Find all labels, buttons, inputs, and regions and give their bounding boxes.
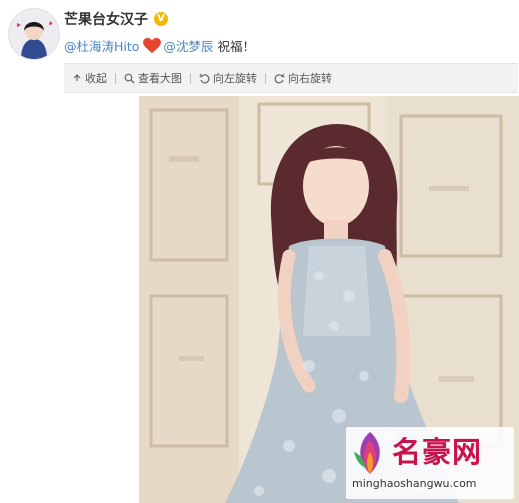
view-large-button[interactable]: 查看大图 (116, 70, 190, 86)
verified-badge-icon: V (154, 12, 168, 26)
magnifier-icon (124, 73, 135, 83)
author-line: 芒果台女汉子 V (64, 9, 168, 29)
rotate-right-icon (274, 73, 285, 83)
mention-link-2[interactable]: @沈梦辰 (163, 36, 213, 55)
image-toolbar: 收起 查看大图 向左旋转 向右旋转 (64, 63, 518, 93)
rotate-left-icon (199, 73, 210, 83)
view-large-label: 查看大图 (138, 72, 182, 85)
watermark-url: minghaoshangwu.com (352, 477, 477, 490)
watermark-name: 名豪网 (392, 435, 483, 469)
collapse-button[interactable]: 收起 (64, 70, 115, 86)
author-name[interactable]: 芒果台女汉子 (64, 9, 148, 29)
collapse-icon (73, 74, 81, 81)
mention-link-1[interactable]: @杜海涛Hito (64, 36, 139, 55)
watermark-logo-icon (354, 432, 380, 474)
heart-icon (143, 37, 162, 53)
post-text: @杜海涛Hito @沈梦辰 祝福！ (64, 36, 255, 55)
rotate-left-label: 向左旋转 (213, 72, 257, 85)
rotate-right-button[interactable]: 向右旋转 (266, 70, 340, 86)
collapse-label: 收起 (85, 72, 107, 85)
site-watermark: 名豪网 minghaoshangwu.com (346, 427, 514, 499)
post-message: 祝福！ (217, 39, 255, 54)
author-avatar[interactable] (8, 8, 60, 60)
rotate-right-label: 向右旋转 (288, 72, 332, 85)
avatar-image (9, 9, 59, 59)
rotate-left-button[interactable]: 向左旋转 (191, 70, 265, 86)
